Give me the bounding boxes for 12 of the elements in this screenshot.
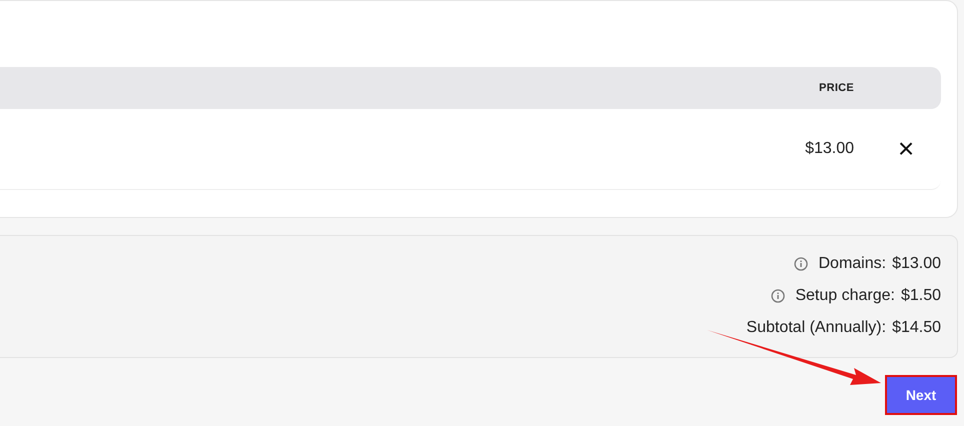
info-icon[interactable] [771,289,786,303]
summary-value: $1.50 [900,286,941,306]
summary-value: $14.50 [892,318,941,338]
column-header: PRICE [818,80,855,96]
next-button[interactable]: Next [885,375,957,415]
summary-label: Domains: [818,254,886,274]
info-icon[interactable] [794,257,808,271]
summary-value: $13.00 [892,254,941,274]
summary-label: Setup charge: [795,286,895,306]
remove-button[interactable]: × [898,135,914,163]
price-cell-text: $13.00 [804,139,855,159]
summary-label: Subtotal (Annually): [746,318,886,338]
